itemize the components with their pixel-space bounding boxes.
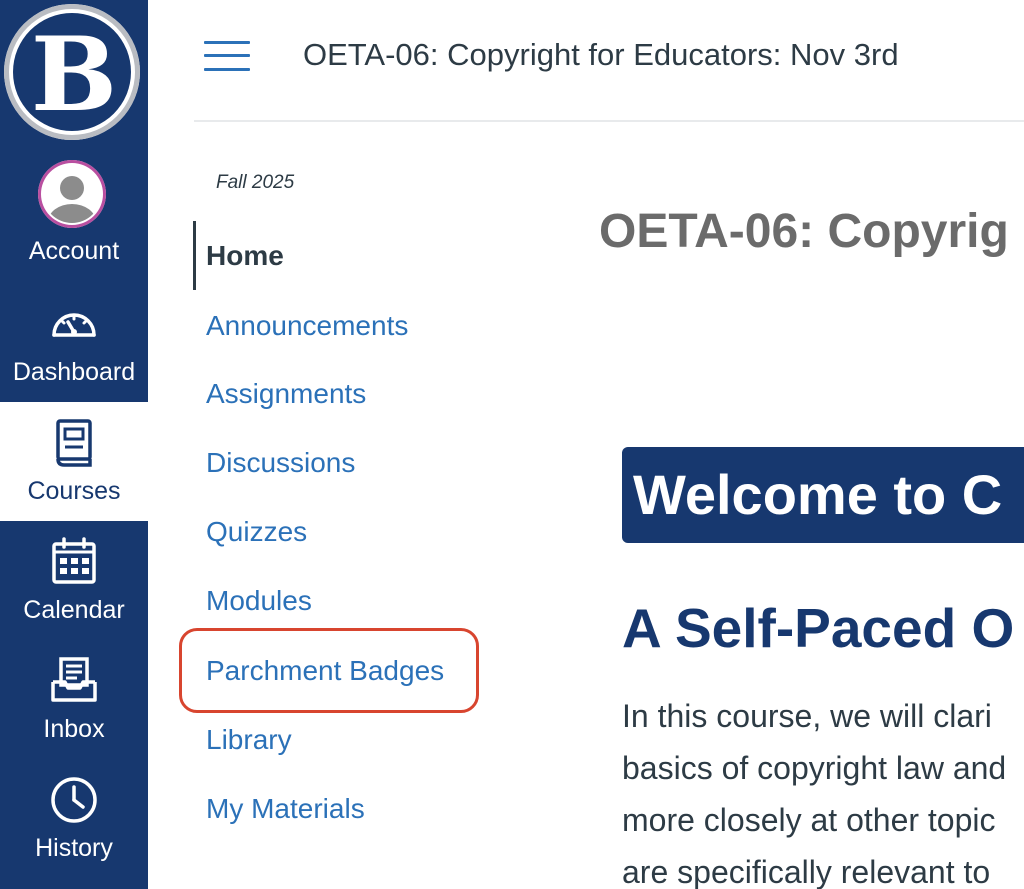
course-nav-modules[interactable]: Modules [206,584,312,618]
global-nav-account[interactable]: Account [0,150,148,269]
calendar-icon [52,537,96,584]
global-nav-calendar[interactable]: Calendar [0,521,148,640]
dashboard-label: Dashboard [12,358,136,386]
course-nav-announcements[interactable]: Announcements [206,309,408,343]
book-icon [56,419,92,467]
speedometer-icon [52,313,96,337]
global-nav-courses[interactable]: Courses [0,402,148,521]
term-label: Fall 2025 [216,172,295,193]
course-nav-assignments[interactable]: Assignments [206,377,366,411]
paragraph-line: In this course, we will clari [622,698,992,734]
calendar-label: Calendar [23,596,125,624]
highlight-outline [179,628,479,713]
welcome-text: Welcome to C [633,463,1003,526]
course-subheading: A Self-Paced O [622,597,1015,659]
welcome-banner: Welcome to C [622,447,1024,543]
course-nav-home[interactable]: Home [206,239,284,273]
global-nav-dashboard[interactable]: Dashboard [0,283,148,402]
canvas-page: B Account Dashboard Courses Calendar Inb… [0,0,1024,889]
header-course-title: OETA-06: Copyright for Educators: Nov 3r… [303,37,899,72]
course-nav-quizzes[interactable]: Quizzes [206,515,307,549]
inbox-label: Inbox [43,715,105,743]
paragraph-line: are specifically relevant to [622,854,991,889]
course-nav-library[interactable]: Library [206,723,292,757]
paragraph-line: basics of copyright law and [622,750,1007,786]
inbox-icon [51,657,97,702]
paragraph-line: more closely at other topic [622,802,996,838]
header-divider [194,120,1024,122]
history-label: History [35,834,113,862]
global-navigation: B Account Dashboard Courses Calendar Inb… [0,0,148,889]
course-nav-my-materials[interactable]: My Materials [206,792,365,826]
global-nav-history[interactable]: History [0,759,148,878]
courses-label: Courses [27,477,121,505]
account-label: Account [28,237,120,265]
logo-letter-icon: B [13,13,131,131]
active-indicator [193,221,196,290]
school-logo[interactable]: B [4,4,140,140]
hamburger-icon[interactable] [204,40,250,72]
course-nav-discussions[interactable]: Discussions [206,446,355,480]
page-title: OETA-06: Copyrig [599,205,1009,258]
global-nav-inbox[interactable]: Inbox [0,640,148,759]
clock-icon [51,777,97,823]
avatar-icon [38,160,106,228]
